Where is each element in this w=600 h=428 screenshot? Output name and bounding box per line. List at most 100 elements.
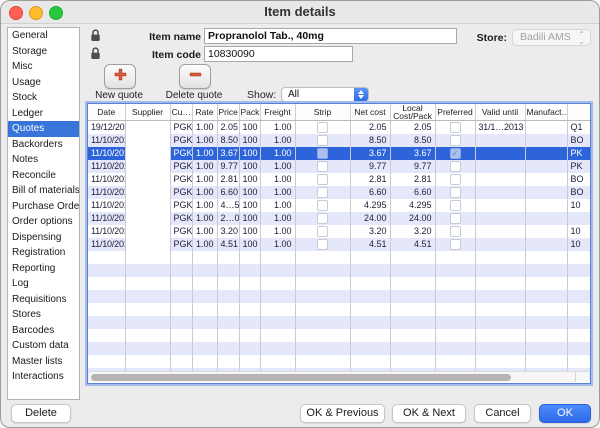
cell-supplier[interactable] bbox=[125, 160, 170, 173]
sidebar-item-interactions[interactable]: Interactions bbox=[8, 369, 79, 385]
cell-date[interactable]: 11/10/2018 bbox=[88, 212, 125, 225]
cell-currency[interactable]: PGK bbox=[170, 147, 192, 160]
cell-supplier[interactable] bbox=[125, 186, 170, 199]
preferred-checkbox[interactable] bbox=[450, 187, 461, 198]
cell-preferred[interactable] bbox=[435, 121, 475, 134]
cell-manufacturer[interactable] bbox=[525, 160, 567, 173]
cell-date[interactable]: 11/10/2018 bbox=[88, 225, 125, 238]
cell-rate[interactable]: 1.00 bbox=[192, 134, 217, 147]
cell-freight[interactable]: 1.00 bbox=[260, 160, 295, 173]
column-header-currency[interactable]: Cu… bbox=[170, 104, 192, 121]
cell-net-cost[interactable]: 3.67 bbox=[350, 147, 390, 160]
cell-strip[interactable] bbox=[295, 160, 350, 173]
strip-checkbox[interactable] bbox=[317, 213, 328, 224]
cell-strip[interactable] bbox=[295, 134, 350, 147]
cell-currency[interactable]: PGK bbox=[170, 199, 192, 212]
cell-manufacturer[interactable] bbox=[525, 134, 567, 147]
cell-local-cost[interactable]: 9.77 bbox=[390, 160, 435, 173]
sidebar-item-order-options[interactable]: Order options bbox=[8, 214, 79, 230]
cell-manufacturer[interactable] bbox=[525, 238, 567, 251]
table-row[interactable]: 11/10/2018PGK1.003.671001.003.673.67✓PK bbox=[88, 147, 591, 160]
cell-currency[interactable]: PGK bbox=[170, 186, 192, 199]
strip-checkbox[interactable] bbox=[317, 226, 328, 237]
cell-preferred[interactable] bbox=[435, 238, 475, 251]
sidebar-item-reconcile[interactable]: Reconcile bbox=[8, 168, 79, 184]
sidebar-item-stores[interactable]: Stores bbox=[8, 307, 79, 323]
preferred-checkbox[interactable]: ✓ bbox=[450, 148, 461, 159]
cell-currency[interactable]: PGK bbox=[170, 160, 192, 173]
column-header-valid-until[interactable]: Valid until bbox=[475, 104, 525, 121]
cell-date[interactable]: 19/12/2013 bbox=[88, 121, 125, 134]
cell-valid-until[interactable] bbox=[475, 186, 525, 199]
cell-pack[interactable]: 100 bbox=[239, 186, 260, 199]
cell-supplier[interactable] bbox=[125, 134, 170, 147]
cell-freight[interactable]: 1.00 bbox=[260, 173, 295, 186]
cell-currency[interactable]: PGK bbox=[170, 212, 192, 225]
cell-clipped-col[interactable]: 10 bbox=[567, 225, 591, 238]
cell-net-cost[interactable]: 3.20 bbox=[350, 225, 390, 238]
sidebar-item-usage[interactable]: Usage bbox=[8, 75, 79, 91]
cell-rate[interactable]: 1.00 bbox=[192, 173, 217, 186]
cell-local-cost[interactable]: 4.51 bbox=[390, 238, 435, 251]
cell-strip[interactable] bbox=[295, 238, 350, 251]
strip-checkbox[interactable] bbox=[317, 122, 328, 133]
cell-preferred[interactable] bbox=[435, 173, 475, 186]
cell-price[interactable]: 3.67 bbox=[217, 147, 239, 160]
cell-freight[interactable]: 1.00 bbox=[260, 147, 295, 160]
delete-button[interactable]: Delete bbox=[11, 404, 71, 423]
cell-pack[interactable]: 100 bbox=[239, 238, 260, 251]
cell-preferred[interactable] bbox=[435, 134, 475, 147]
cell-local-cost[interactable]: 6.60 bbox=[390, 186, 435, 199]
cell-price[interactable]: 4…5 bbox=[217, 199, 239, 212]
cell-rate[interactable]: 1.00 bbox=[192, 186, 217, 199]
cell-strip[interactable] bbox=[295, 225, 350, 238]
cell-rate[interactable]: 1.00 bbox=[192, 238, 217, 251]
column-header-local-cost[interactable]: Local Cost/Pack bbox=[390, 104, 435, 121]
cell-net-cost[interactable]: 8.50 bbox=[350, 134, 390, 147]
cell-rate[interactable]: 1.00 bbox=[192, 199, 217, 212]
cell-supplier[interactable] bbox=[125, 147, 170, 160]
cell-pack[interactable]: 100 bbox=[239, 199, 260, 212]
cell-valid-until[interactable] bbox=[475, 212, 525, 225]
item-code-field[interactable] bbox=[204, 46, 353, 62]
cell-net-cost[interactable]: 4.295 bbox=[350, 199, 390, 212]
item-name-field[interactable] bbox=[204, 28, 457, 44]
sidebar-item-stock[interactable]: Stock bbox=[8, 90, 79, 106]
cell-rate[interactable]: 1.00 bbox=[192, 225, 217, 238]
cell-preferred[interactable] bbox=[435, 160, 475, 173]
cell-manufacturer[interactable] bbox=[525, 121, 567, 134]
column-header-date[interactable]: Date bbox=[88, 104, 125, 121]
sidebar-item-quotes[interactable]: Quotes bbox=[8, 121, 79, 137]
cell-price[interactable]: 2.05 bbox=[217, 121, 239, 134]
cell-pack[interactable]: 100 bbox=[239, 173, 260, 186]
cell-manufacturer[interactable] bbox=[525, 199, 567, 212]
cell-clipped-col[interactable]: 10 bbox=[567, 238, 591, 251]
column-header-clipped-col[interactable] bbox=[567, 104, 591, 121]
cell-clipped-col[interactable]: 10 bbox=[567, 199, 591, 212]
cell-valid-until[interactable] bbox=[475, 238, 525, 251]
column-header-supplier[interactable]: Supplier bbox=[125, 104, 170, 121]
ok-previous-button[interactable]: OK & Previous bbox=[300, 404, 385, 423]
new-quote-button[interactable] bbox=[104, 64, 136, 89]
strip-checkbox[interactable] bbox=[317, 239, 328, 250]
cell-price[interactable]: 2.81 bbox=[217, 173, 239, 186]
strip-checkbox[interactable] bbox=[317, 148, 328, 159]
sidebar-item-barcodes[interactable]: Barcodes bbox=[8, 323, 79, 339]
table-row[interactable]: 11/10/2018PGK1.009.771001.009.779.77PK bbox=[88, 160, 591, 173]
cell-supplier[interactable] bbox=[125, 212, 170, 225]
cell-local-cost[interactable]: 24.00 bbox=[390, 212, 435, 225]
cell-preferred[interactable] bbox=[435, 199, 475, 212]
cell-net-cost[interactable]: 9.77 bbox=[350, 160, 390, 173]
cell-rate[interactable]: 1.00 bbox=[192, 160, 217, 173]
horizontal-scrollbar[interactable] bbox=[89, 371, 589, 382]
cell-strip[interactable] bbox=[295, 212, 350, 225]
cell-local-cost[interactable]: 3.67 bbox=[390, 147, 435, 160]
cell-clipped-col[interactable]: BO bbox=[567, 173, 591, 186]
cell-local-cost[interactable]: 8.50 bbox=[390, 134, 435, 147]
cell-local-cost[interactable]: 4.295 bbox=[390, 199, 435, 212]
preferred-checkbox[interactable] bbox=[450, 161, 461, 172]
cell-pack[interactable]: 100 bbox=[239, 134, 260, 147]
cell-rate[interactable]: 1.00 bbox=[192, 212, 217, 225]
preferred-checkbox[interactable] bbox=[450, 174, 461, 185]
cell-clipped-col[interactable] bbox=[567, 212, 591, 225]
